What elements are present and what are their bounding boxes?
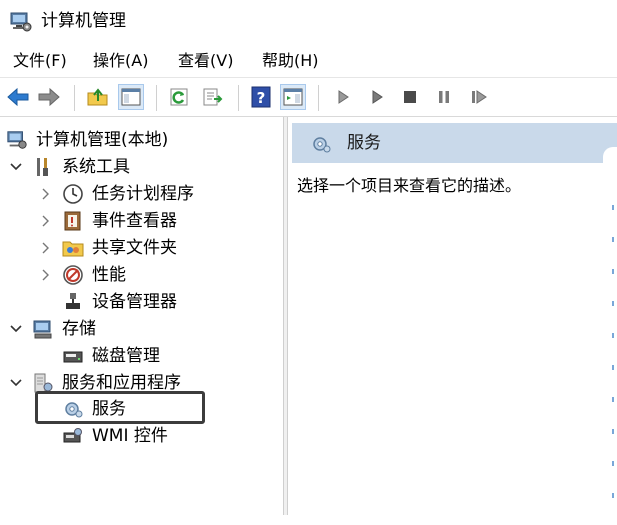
up-folder-icon <box>87 88 108 106</box>
tree-item-performance[interactable]: 性能 <box>40 262 126 288</box>
tree-item-shared-folders[interactable]: 共享文件夹 <box>40 235 177 261</box>
chevron-right-icon[interactable] <box>40 269 52 281</box>
tree-item-device-manager[interactable]: 设备管理器 <box>62 289 177 315</box>
chevron-right-icon[interactable] <box>40 188 52 200</box>
window-title: 计算机管理 <box>41 11 126 31</box>
tree-item-storage[interactable]: 存储 <box>10 316 96 342</box>
tree-item-label: 系统工具 <box>62 157 130 177</box>
performance-icon <box>62 264 84 286</box>
storage-icon <box>32 318 54 340</box>
chevron-right-icon[interactable] <box>40 242 52 254</box>
svg-text:?: ? <box>257 89 266 107</box>
wmi-icon <box>62 425 84 447</box>
pause-service-button[interactable] <box>431 84 457 110</box>
disk-icon <box>62 345 84 367</box>
menu-file[interactable]: 文件(F) <box>13 50 67 72</box>
event-viewer-icon <box>62 210 84 232</box>
start-service-alt-button[interactable] <box>364 84 390 110</box>
chevron-right-icon[interactable] <box>40 215 52 227</box>
tree-root-label: 计算机管理(本地) <box>36 130 169 150</box>
stop-service-icon <box>404 91 416 103</box>
services-description: 选择一个项目来查看它的描述。 <box>297 176 522 195</box>
menu-action[interactable]: 操作(A) <box>93 50 148 72</box>
stop-service-button[interactable] <box>397 84 423 110</box>
forward-button[interactable] <box>36 84 62 110</box>
start-service-icon <box>338 90 349 104</box>
show-console-tree-button[interactable] <box>118 84 144 110</box>
show-hide-console-tree-icon <box>121 88 141 106</box>
device-manager-icon <box>62 291 84 313</box>
tree-item-disk-management[interactable]: 磁盘管理 <box>62 343 160 369</box>
toolbar: ? <box>0 77 617 117</box>
services-header: 服务 <box>292 123 617 163</box>
help-button[interactable]: ? <box>248 84 274 110</box>
menu-bar: 文件(F) 操作(A) 查看(V) 帮助(H) <box>0 44 617 77</box>
back-button[interactable] <box>5 84 31 110</box>
tree-item-label: WMI 控件 <box>92 426 168 446</box>
chevron-down-icon[interactable] <box>10 161 22 173</box>
services-header-title: 服务 <box>347 133 381 153</box>
content-pane: 服务 选择一个项目来查看它的描述。 <box>288 117 617 515</box>
chevron-down-icon[interactable] <box>10 377 22 389</box>
clock-icon <box>62 183 84 205</box>
tree-item-label: 性能 <box>92 265 126 285</box>
tree-item-label: 共享文件夹 <box>92 238 177 258</box>
tree-item-task-scheduler[interactable]: 任务计划程序 <box>40 181 194 207</box>
up-level-button[interactable] <box>85 84 111 110</box>
forward-arrow-icon <box>38 87 60 107</box>
gear-icon <box>313 137 331 153</box>
refresh-button[interactable] <box>166 84 192 110</box>
start-service-button[interactable] <box>330 84 356 110</box>
tree-root[interactable]: 计算机管理(本地) <box>6 127 168 153</box>
export-list-button[interactable] <box>200 84 226 110</box>
computer-management-icon <box>10 12 32 32</box>
pause-service-icon <box>439 91 449 103</box>
restart-service-button[interactable] <box>466 84 492 110</box>
back-arrow-icon <box>7 87 29 107</box>
menu-view[interactable]: 查看(V) <box>178 50 233 72</box>
chevron-down-icon[interactable] <box>10 323 22 335</box>
refresh-icon <box>170 88 188 106</box>
tree-item-label: 存储 <box>62 319 96 339</box>
export-list-icon <box>203 88 223 106</box>
help-icon: ? <box>251 86 271 108</box>
tree-item-label: 设备管理器 <box>92 292 177 312</box>
selection-highlight <box>35 391 205 424</box>
list-edge-markers <box>612 205 615 525</box>
tree-item-system-tools[interactable]: 系统工具 <box>10 154 130 180</box>
title-bar: 计算机管理 <box>0 0 617 44</box>
tools-icon <box>32 156 54 178</box>
computer-management-icon <box>6 129 28 151</box>
shared-folder-icon <box>62 237 84 259</box>
start-service-alt-icon <box>372 90 383 104</box>
tree-item-label: 磁盘管理 <box>92 346 160 366</box>
tree-item-event-viewer[interactable]: 事件查看器 <box>40 208 177 234</box>
show-action-pane-icon <box>283 88 303 106</box>
tree-item-label: 任务计划程序 <box>92 184 194 204</box>
tree-item-label: 事件查看器 <box>92 211 177 231</box>
show-action-pane-button[interactable] <box>280 84 306 110</box>
restart-service-icon <box>472 90 487 104</box>
tree-item-wmi-control[interactable]: WMI 控件 <box>62 423 168 449</box>
menu-help[interactable]: 帮助(H) <box>262 50 319 72</box>
